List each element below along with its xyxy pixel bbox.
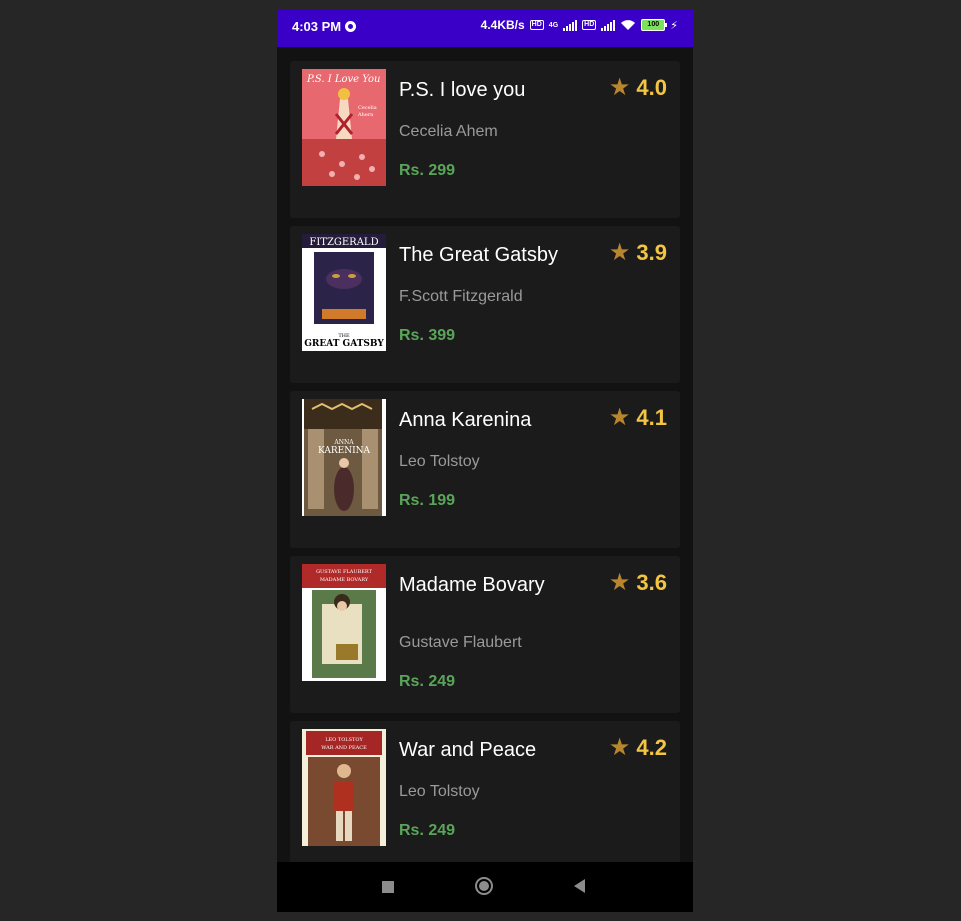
- sync-icon: [345, 21, 357, 32]
- book-card[interactable]: LEO TOLSTOY WAR AND PEACE War and Peace …: [290, 721, 680, 862]
- status-icons: 4.4KB/s HD 4G HD 100 ⚡: [481, 18, 678, 32]
- book-rating: ★ 4.1: [609, 405, 667, 431]
- svg-text:KARENINA: KARENINA: [318, 446, 371, 456]
- recents-square-icon[interactable]: [382, 881, 394, 893]
- star-icon: ★: [608, 569, 631, 596]
- svg-text:Ahern: Ahern: [357, 112, 374, 118]
- book-title: P.S. I love you: [399, 79, 526, 101]
- book-price: Rs. 199: [399, 492, 456, 509]
- back-triangle-icon[interactable]: [574, 879, 585, 893]
- book-cover: FITZGERALD THE GREAT GATSBY: [302, 234, 386, 351]
- rating-value: 4.2: [636, 735, 667, 760]
- book-author: Gustave Flaubert: [399, 634, 522, 651]
- net-speed: 4.4KB/s: [480, 18, 525, 32]
- rating-value: 3.9: [636, 240, 667, 265]
- book-price: Rs. 249: [399, 673, 456, 690]
- volte-icon: HD: [529, 20, 544, 30]
- book-title: Madame Bovary: [399, 574, 545, 596]
- book-author: F.Scott Fitzgerald: [399, 288, 523, 305]
- book-title: War and Peace: [399, 739, 537, 761]
- signal-icon-2: [601, 19, 616, 31]
- book-card[interactable]: FITZGERALD THE GREAT GATSBY The Great Ga…: [290, 226, 680, 383]
- rating-value: 4.1: [636, 405, 667, 430]
- book-cover: ANNA KARENINA: [302, 399, 386, 516]
- book-price: Rs. 249: [399, 822, 456, 839]
- book-cover: GUSTAVE FLAUBERT MADAME BOVARY: [302, 564, 386, 681]
- charging-icon: ⚡: [670, 19, 678, 32]
- svg-text:GREAT GATSBY: GREAT GATSBY: [304, 339, 384, 349]
- network-type: 4G: [548, 21, 559, 29]
- book-rating: ★ 3.6: [609, 570, 667, 596]
- volte-icon-2: HD: [582, 20, 597, 30]
- book-title: Anna Karenina: [399, 409, 532, 431]
- book-cover: LEO TOLSTOY WAR AND PEACE: [302, 729, 386, 846]
- status-bar: 4:03 PM 4.4KB/s HD 4G HD 100 ⚡: [277, 10, 693, 47]
- svg-text:GUSTAVE FLAUBERT: GUSTAVE FLAUBERT: [316, 569, 373, 575]
- book-rating: ★ 4.0: [609, 75, 667, 101]
- book-author: Leo Tolstoy: [399, 783, 480, 800]
- star-icon: ★: [608, 734, 631, 761]
- book-card[interactable]: P.S. I Love You Cecelia Ahern P.S. I lov…: [290, 61, 680, 218]
- wifi-icon: [620, 19, 636, 31]
- svg-text:LEO TOLSTOY: LEO TOLSTOY: [325, 737, 363, 743]
- book-title: The Great Gatsby: [399, 244, 558, 266]
- svg-text:FITZGERALD: FITZGERALD: [309, 237, 378, 248]
- book-price: Rs. 299: [399, 162, 456, 179]
- star-icon: ★: [608, 239, 631, 266]
- rating-value: 3.6: [636, 570, 667, 595]
- svg-text:Cecelia: Cecelia: [358, 105, 377, 111]
- star-icon: ★: [608, 404, 631, 431]
- navigation-bar: [277, 862, 693, 912]
- book-author: Leo Tolstoy: [399, 453, 480, 470]
- rating-value: 4.0: [636, 75, 667, 100]
- svg-text:WAR AND PEACE: WAR AND PEACE: [321, 745, 367, 751]
- svg-text:ANNA: ANNA: [333, 439, 354, 446]
- star-icon: ★: [608, 74, 631, 101]
- home-circle-icon[interactable]: [475, 877, 493, 895]
- book-rating: ★ 4.2: [609, 735, 667, 761]
- status-time-group: 4:03 PM: [292, 19, 357, 34]
- book-rating: ★ 3.9: [609, 240, 667, 266]
- book-card[interactable]: ANNA KARENINA Anna Karenina Leo Tolstoy …: [290, 391, 680, 548]
- battery-icon: 100: [641, 19, 668, 31]
- book-cover: P.S. I Love You Cecelia Ahern: [302, 69, 386, 186]
- phone-screen: 4:03 PM 4.4KB/s HD 4G HD 100 ⚡ P.S. I Lo…: [277, 10, 693, 912]
- svg-text:P.S. I Love You: P.S. I Love You: [306, 74, 380, 85]
- book-author: Cecelia Ahem: [399, 123, 498, 140]
- status-time: 4:03 PM: [292, 19, 342, 34]
- book-card[interactable]: GUSTAVE FLAUBERT MADAME BOVARY Madame Bo…: [290, 556, 680, 713]
- svg-text:MADAME BOVARY: MADAME BOVARY: [320, 577, 369, 583]
- book-price: Rs. 399: [399, 327, 456, 344]
- signal-icon: [563, 19, 578, 31]
- book-list[interactable]: P.S. I Love You Cecelia Ahern P.S. I lov…: [277, 47, 693, 862]
